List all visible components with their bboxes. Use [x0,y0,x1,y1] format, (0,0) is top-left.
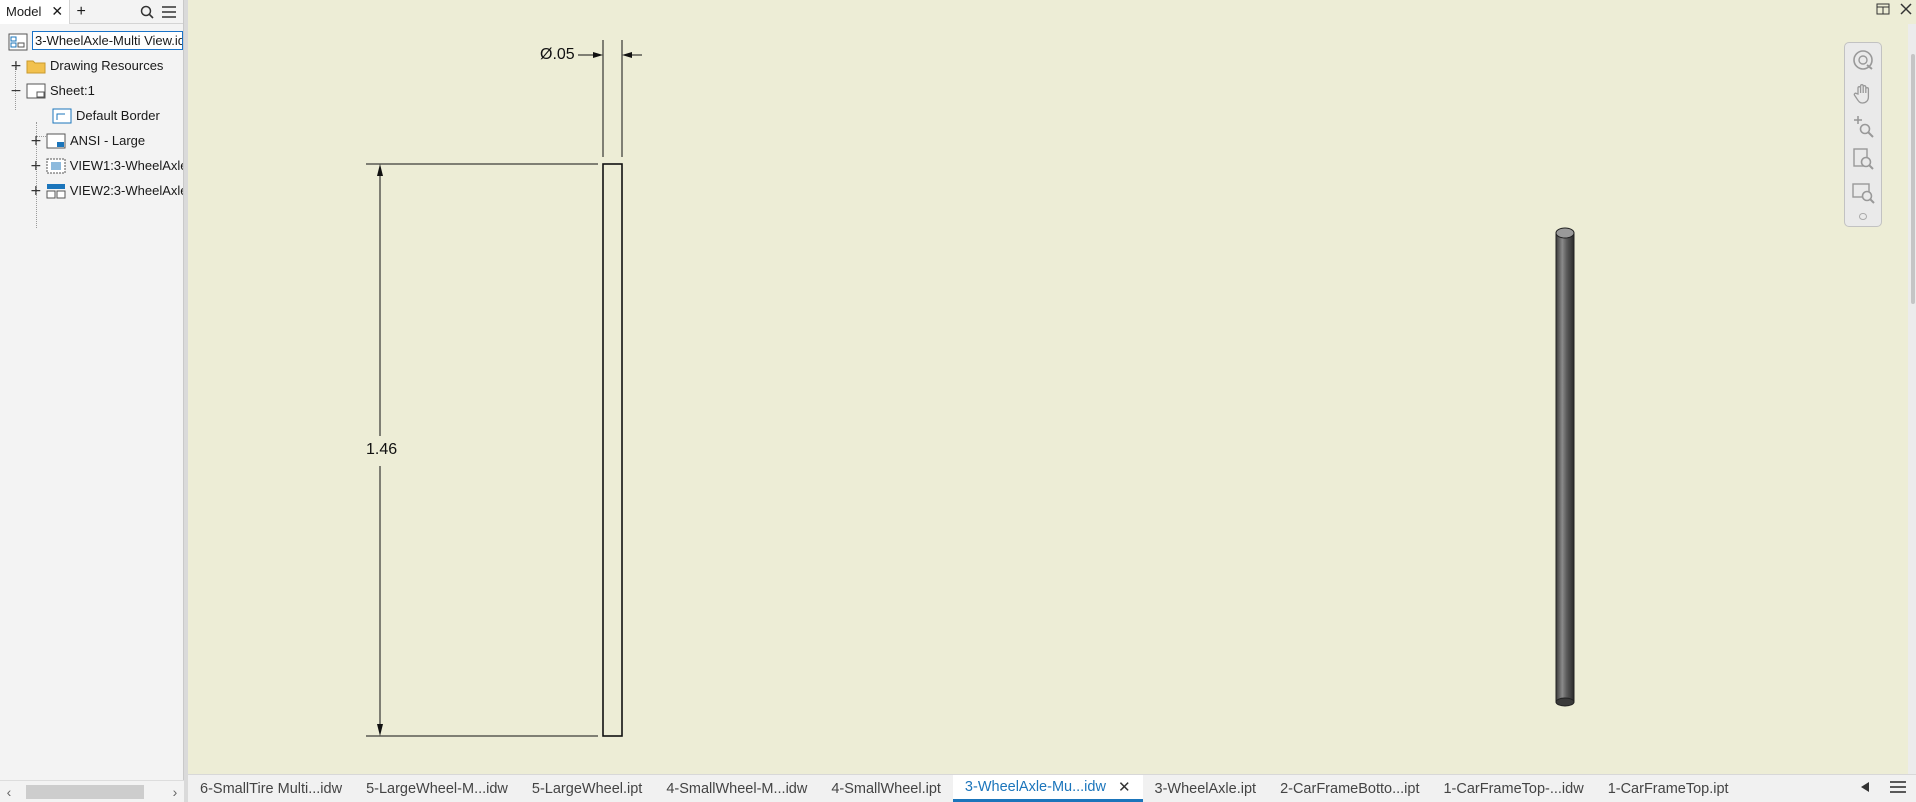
tree-node-ansi-large[interactable]: + ANSI - Large [0,128,183,153]
axle-view2-body [1555,232,1575,703]
model-browser: Model ✕ + 3-WheelAxle-Multi View.idw + D… [0,0,184,802]
expand-icon[interactable]: + [30,158,42,174]
tree-node-label: Drawing Resources [50,58,164,73]
doc-tab[interactable]: 2-CarFrameBotto...ipt [1268,775,1431,802]
close-window-icon[interactable] [1900,2,1912,18]
sheet-icon [26,83,46,99]
axle-view2-bottom-face [1555,697,1575,707]
diameter-dimension-text[interactable]: Ø.05 [540,46,575,64]
diameter-arrow-left [593,52,603,58]
tree-node-view1[interactable]: + VIEW1:3-WheelAxle [0,153,183,178]
scroll-thumb[interactable] [26,784,144,799]
tab-list-menu-icon[interactable] [1890,780,1906,797]
collapse-icon[interactable]: − [10,83,22,99]
tree-node-label: ANSI - Large [70,133,146,148]
folder-icon [26,58,46,74]
root-name-field[interactable]: 3-WheelAxle-Multi View.idw [32,31,183,50]
doc-tab[interactable]: 6-SmallTire Multi...idw [188,775,354,802]
expand-icon[interactable]: + [30,133,42,149]
tab-model[interactable]: Model ✕ [0,0,71,24]
scroll-right-icon[interactable]: › [166,784,184,800]
navbar-options-dot[interactable] [1859,212,1867,221]
steering-wheel-icon[interactable] [1849,47,1877,72]
doc-tab[interactable]: 3-WheelAxle.ipt [1143,775,1269,802]
model-tree: 3-WheelAxle-Multi View.idw + Drawing Res… [0,24,183,228]
doc-tab[interactable]: 4-SmallWheel.ipt [819,775,953,802]
tree-node-sheet[interactable]: − Sheet:1 [0,78,183,103]
close-icon[interactable]: ✕ [1118,778,1131,796]
restore-window-icon[interactable] [1876,2,1890,18]
drawing-canvas[interactable]: Ø.05 1.46 [188,0,1916,774]
canvas-vertical-scrollbar[interactable] [1908,24,1916,774]
base-view-icon [46,158,66,174]
tree-node-label: VIEW2:3-WheelAxle [69,183,183,198]
doc-tab-label: 3-WheelAxle-Mu...idw [964,779,1106,795]
doc-tab[interactable]: 1-CarFrameTop-...idw [1431,775,1595,802]
tree-node-label: Default Border [76,108,160,123]
zoom-icon[interactable] [1849,113,1877,138]
border-icon [52,108,72,124]
pan-icon[interactable] [1849,80,1877,105]
doc-tab[interactable]: 1-CarFrameTop.ipt [1596,775,1741,802]
expand-icon[interactable]: + [10,58,22,74]
close-icon[interactable]: ✕ [51,3,63,20]
doc-tab-active[interactable]: 3-WheelAxle-Mu...idw ✕ [952,775,1143,802]
tree-node-label: VIEW1:3-WheelAxle [69,158,183,173]
doc-tab[interactable]: 5-LargeWheel.ipt [520,775,654,802]
tree-node-label: Sheet:1 [50,83,95,98]
length-arrow-top [377,164,383,176]
title-block-icon [46,133,66,149]
doc-tab[interactable]: 5-LargeWheel-M...idw [354,775,520,802]
drawing-file-icon [8,33,28,50]
tree-node-view2[interactable]: + VIEW2:3-WheelAxle [0,178,183,203]
axle-view1-outline [602,163,623,737]
search-icon[interactable] [139,4,155,20]
length-arrow-bottom [377,724,383,736]
zoom-all-icon[interactable] [1849,146,1877,171]
axle-view2-top-face [1555,227,1575,239]
window-controls [1876,2,1912,18]
length-dimension-text[interactable]: 1.46 [364,441,400,459]
expand-icon[interactable]: + [30,183,42,199]
scroll-thumb[interactable] [1911,54,1915,304]
scroll-left-icon[interactable]: ‹ [0,784,18,800]
tree-node-default-border[interactable]: Default Border [0,103,183,128]
browser-tab-bar: Model ✕ + [0,0,183,24]
browser-horizontal-scrollbar[interactable]: ‹ › [0,780,184,802]
add-tab-button[interactable]: + [70,3,92,21]
document-tab-bar: 6-SmallTire Multi...idw 5-LargeWheel-M..… [188,774,1916,802]
tree-node-drawing-resources[interactable]: + Drawing Resources [0,53,183,78]
zoom-window-icon[interactable] [1849,180,1877,205]
diameter-arrow-right [622,52,632,58]
doc-tab[interactable]: 4-SmallWheel-M...idw [654,775,819,802]
drawing-sheet [366,40,1575,737]
projected-view-icon [46,183,66,199]
menu-icon[interactable] [161,4,177,20]
navigation-bar [1844,42,1882,227]
tree-root[interactable]: 3-WheelAxle-Multi View.idw [0,28,183,53]
tab-model-label: Model [6,4,42,19]
tab-scroll-left-icon[interactable] [1860,781,1870,796]
